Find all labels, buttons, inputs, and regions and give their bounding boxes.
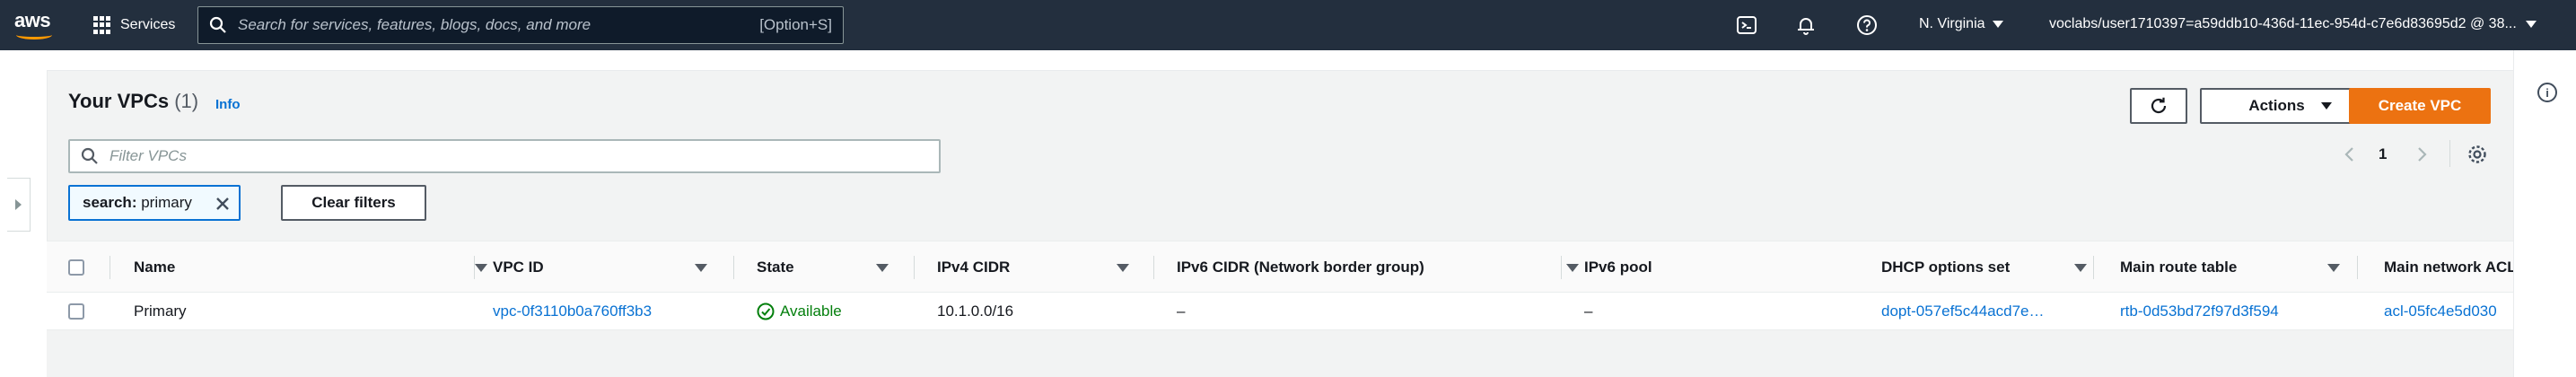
table-header-row: Name VPC ID State IPv4 CIDR IPv6 CIDR (N… [47,241,2513,293]
search-icon [209,16,226,33]
current-page-number[interactable]: 1 [2379,145,2387,163]
sort-caret-icon [876,264,889,272]
filter-token-value: primary [141,194,192,211]
cloudshell-icon[interactable] [1736,14,1757,36]
table-row[interactable]: Primary vpc-0f3110b0a760ff3b3 Available … [47,293,2513,330]
refresh-icon [2151,97,2167,114]
global-search-input[interactable] [238,16,760,34]
vpc-count: (1) [174,90,199,112]
side-navigation-collapsed [0,50,47,377]
column-header-state[interactable]: State [757,241,936,294]
select-all-checkbox[interactable] [68,259,84,276]
info-link[interactable]: Info [215,97,241,112]
row-select-checkbox[interactable] [68,303,84,320]
column-header-label: VPC ID [493,259,544,276]
services-grid-icon [93,16,111,34]
column-divider [2357,256,2358,279]
column-header-label: Name [134,259,176,276]
column-header-ipv4-cidr[interactable]: IPv4 CIDR [937,241,1181,294]
column-header-main-route-table[interactable]: Main route table [2120,241,2362,294]
column-header-ipv6-pool: IPv6 pool [1584,241,1853,294]
column-divider [2093,256,2094,279]
region-selector[interactable]: N. Virginia [1919,16,2003,32]
previous-page-chevron-left-icon[interactable] [2339,144,2361,165]
column-header-label: DHCP options set [1881,259,2011,276]
column-header-label: IPv6 pool [1584,259,1652,276]
column-divider [474,256,475,279]
filter-token-key: search: [83,194,137,211]
column-header-name[interactable]: Name [134,241,489,294]
cell-ipv6-cidr: – [1177,302,1186,320]
sort-caret-icon [1566,264,1579,272]
cell-ipv4-cidr: 10.1.0.0/16 [937,302,1014,320]
filter-token: search: primary [68,185,241,221]
table-settings-gear-icon[interactable] [2466,144,2488,165]
next-page-chevron-right-icon[interactable] [2411,144,2432,165]
sort-caret-icon [1117,264,1129,272]
filter-vpcs-field[interactable] [68,139,941,173]
page-title: Your VPCs (1) [68,90,198,113]
sort-caret-icon [695,264,707,272]
remove-filter-close-icon[interactable] [214,195,232,213]
notifications-bell-icon[interactable] [1795,14,1817,36]
cell-ipv6-pool: – [1584,302,1593,320]
services-label: Services [120,17,176,32]
column-header-label: Main network ACL [2384,259,2513,276]
global-search-bar[interactable]: [Option+S] [197,6,844,44]
column-header-ipv6-cidr[interactable]: IPv6 CIDR (Network border group) [1177,241,1590,294]
account-label: voclabs/user1710397=a59ddb10-436d-11ec-9… [2049,16,2517,31]
column-header-label: State [757,259,794,276]
region-dropdown-caret-icon [1992,21,2003,28]
side-navigation-toggle[interactable] [7,178,31,232]
actions-caret-icon [2320,102,2332,110]
column-divider [1153,256,1154,279]
vpcs-table: Name VPC ID State IPv4 CIDR IPv6 CIDR (N… [47,241,2513,330]
column-header-label: IPv4 CIDR [937,259,1011,276]
aws-logo-smile [16,31,52,39]
clear-filters-button[interactable]: Clear filters [281,185,426,221]
filter-search-icon [81,147,98,164]
aws-logo[interactable]: aws [14,9,56,41]
filter-vpcs-input[interactable] [110,147,939,165]
status-available: Available [757,302,842,320]
column-header-label: Main route table [2120,259,2238,276]
status-label: Available [780,302,842,320]
create-vpc-button[interactable]: Create VPC [2349,88,2491,124]
aws-logo-text: aws [14,9,51,31]
refresh-button[interactable] [2130,88,2187,124]
sort-caret-icon [2327,264,2340,272]
column-divider [733,256,734,279]
info-icon[interactable]: i [2537,83,2557,102]
caret-right-icon [15,199,22,210]
account-menu[interactable]: voclabs/user1710397=a59ddb10-436d-11ec-9… [2049,16,2537,32]
cell-state: Available [757,293,914,330]
column-header-main-network-acl[interactable]: Main network ACL [2384,241,2513,294]
top-navigation: aws Services [Option+S] N. Virginia vocl… [0,0,2576,50]
help-panel-rail: i [2513,50,2576,377]
account-dropdown-caret-icon [2525,21,2537,28]
search-shortcut-hint: [Option+S] [759,16,832,33]
services-menu-button[interactable]: Services [93,13,175,38]
region-label: N. Virginia [1919,16,1985,31]
cell-vpc-id-link[interactable]: vpc-0f3110b0a760ff3b3 [493,293,735,330]
page-title-text: Your VPCs [68,90,170,112]
help-icon[interactable] [1856,14,1878,36]
column-header-vpc-id[interactable]: VPC ID [493,241,758,294]
cell-name: Primary [134,302,187,320]
column-header-label: IPv6 CIDR (Network border group) [1177,259,1424,276]
table-empty-area [47,330,2513,377]
actions-label: Actions [2248,97,2305,114]
column-divider [1561,256,1562,279]
status-check-icon [757,302,775,320]
pagination-divider [2449,140,2450,167]
cell-main-network-acl-link[interactable]: acl-05fc4e5d030 [2384,293,2513,330]
sort-caret-icon [2074,264,2087,272]
sort-caret-icon [475,264,487,272]
cell-dhcp-options-link[interactable]: dopt-057ef5c44acd7e… [1881,293,2088,330]
column-header-dhcp-options-set[interactable]: DHCP options set [1881,241,2118,294]
column-divider [914,256,915,279]
cell-main-route-table-link[interactable]: rtb-0d53bd72f97d3f594 [2120,293,2355,330]
